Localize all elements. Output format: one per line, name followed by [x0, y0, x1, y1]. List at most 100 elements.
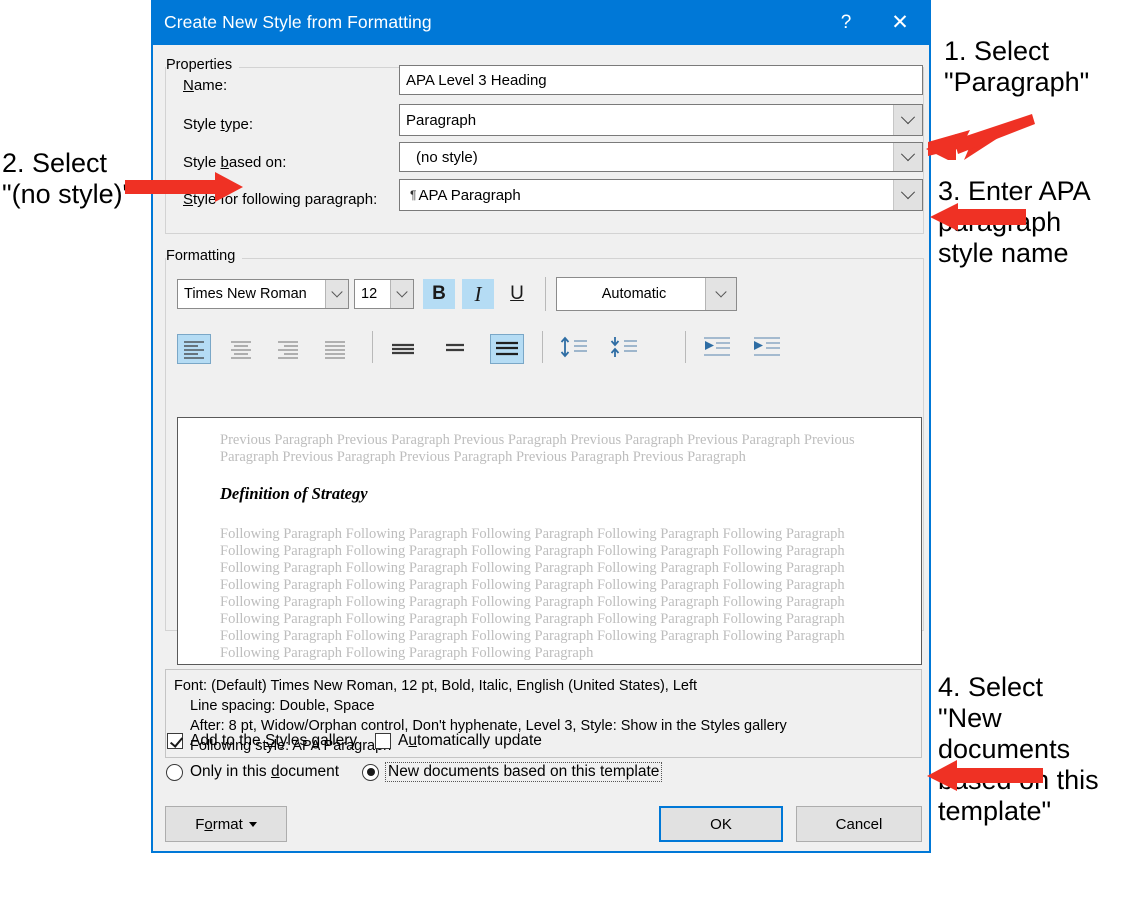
format-button-label: Format [195, 815, 243, 833]
style-based-on-label: Style based on: [183, 154, 287, 171]
annotation-1-line-2: "Paragraph" [944, 67, 1090, 97]
decrease-indent-button[interactable] [699, 332, 735, 362]
ok-button[interactable]: OK [659, 806, 783, 842]
formatting-group-topline [166, 258, 923, 259]
only-in-this-document-label: Only in this document [190, 763, 340, 780]
style-type-label: Style type: [183, 116, 254, 133]
radio-icon[interactable] [362, 763, 379, 781]
style-type-value: Paragraph [406, 111, 477, 129]
add-to-styles-gallery-label: Add to the Styles gallery [190, 732, 358, 749]
help-icon[interactable]: ? [823, 0, 869, 45]
format-button[interactable]: Format [165, 806, 287, 842]
italic-label: I [474, 281, 482, 306]
style-based-on-value: (no style) [416, 148, 478, 166]
align-right-button[interactable] [271, 334, 305, 364]
align-justify-button[interactable] [318, 334, 352, 364]
pilcrow-icon: ¶ [410, 188, 417, 202]
name-input-value: APA Level 3 Heading [406, 71, 547, 89]
line-spacing-1-5-button[interactable] [438, 334, 472, 364]
annotation-2-arrow [125, 172, 243, 202]
create-new-style-dialog: Create New Style from Formatting ? ✕ Pro… [151, 0, 931, 853]
annotation-3-line-3: style name [938, 238, 1069, 268]
ok-button-label: OK [710, 815, 732, 833]
annotation-2-line-1: 2. Select [2, 148, 108, 178]
annotation-2-text: 2. Select "(no style)" [2, 148, 132, 210]
chevron-down-icon[interactable] [893, 105, 922, 135]
line-spacing-double-icon [496, 341, 518, 356]
align-center-icon [231, 340, 251, 359]
style-preview-pane: Previous Paragraph Previous Paragraph Pr… [177, 417, 922, 665]
new-documents-label: New documents based on this template [384, 762, 663, 782]
increase-space-after-button[interactable] [606, 332, 642, 362]
style-type-dropdown[interactable]: Paragraph [399, 104, 923, 136]
description-line-1: Font: (Default) Times New Roman, 12 pt, … [174, 678, 698, 694]
chevron-down-icon[interactable] [893, 143, 922, 171]
align-center-button[interactable] [224, 334, 258, 364]
bold-button[interactable]: B [423, 279, 455, 309]
name-input[interactable]: APA Level 3 Heading [399, 65, 923, 95]
name-label: Name: [183, 77, 228, 94]
annotation-1-line-1: 1. Select [944, 36, 1050, 66]
line-spacing-1.5-icon [446, 343, 464, 352]
caret-down-icon [248, 821, 257, 827]
dialog-title: Create New Style from Formatting [164, 12, 432, 32]
font-size-dropdown[interactable]: 12 [354, 279, 414, 309]
preview-previous-paragraph: Previous Paragraph Previous Paragraph Pr… [220, 432, 855, 465]
style-following-value: APA Paragraph [418, 186, 521, 204]
line-spacing-single-button[interactable] [386, 334, 420, 364]
radio-icon[interactable] [166, 763, 183, 781]
toolbar-separator [685, 331, 686, 363]
cancel-button-label: Cancel [835, 815, 883, 833]
annotation-4-line-5: template" [938, 796, 1052, 826]
chevron-down-icon[interactable] [390, 280, 413, 308]
preview-following-paragraph: Following Paragraph Following Paragraph … [220, 526, 845, 661]
increase-indent-button[interactable] [749, 332, 785, 362]
line-spacing-single-icon [392, 343, 414, 355]
line-spacing-double-button[interactable] [490, 334, 524, 364]
annotation-4-line-1: 4. Select [938, 672, 1044, 702]
toolbar-separator [542, 331, 543, 363]
annotation-2-line-2: "(no style)" [2, 179, 133, 209]
style-for-following-paragraph-dropdown[interactable]: ¶ APA Paragraph [399, 179, 923, 211]
description-line-2: Line spacing: Double, Space [190, 698, 375, 714]
checkbox-icon[interactable] [375, 733, 391, 749]
formatting-group-label: Formatting [166, 248, 243, 264]
cancel-button[interactable]: Cancel [796, 806, 922, 842]
font-family-dropdown[interactable]: Times New Roman [177, 279, 349, 309]
toolbar-separator [372, 331, 373, 363]
annotation-3-arrow [930, 203, 1026, 231]
chevron-down-icon[interactable] [893, 180, 922, 210]
close-icon[interactable]: ✕ [877, 0, 923, 45]
font-family-value: Times New Roman [184, 286, 307, 302]
font-color-value: Automatic [601, 286, 667, 302]
checkbox-icon[interactable] [167, 733, 183, 749]
help-glyph: ? [840, 11, 852, 33]
chevron-down-icon[interactable] [325, 280, 348, 308]
annotation-1-text: 1. Select "Paragraph" [944, 36, 1089, 98]
font-size-value: 12 [361, 286, 378, 302]
align-left-icon [184, 340, 204, 359]
font-color-dropdown[interactable]: Automatic [556, 277, 737, 311]
space-before-icon [560, 336, 587, 358]
underline-label: U [510, 283, 524, 304]
add-to-styles-gallery-checkbox[interactable]: Add to the Styles gallery [167, 732, 357, 750]
annotation-4-text: 4. Select "New documents based on this t… [938, 672, 1099, 827]
italic-button[interactable]: I [462, 279, 494, 309]
align-justify-icon [325, 340, 345, 359]
align-left-button[interactable] [177, 334, 211, 364]
underline-button[interactable]: U [501, 279, 533, 309]
automatically-update-checkbox[interactable]: Automatically update [375, 732, 542, 750]
automatically-update-label: Automatically update [398, 732, 542, 749]
new-documents-based-on-template-radio[interactable]: New documents based on this template [362, 762, 663, 782]
properties-group-label: Properties [166, 57, 240, 73]
increase-indent-icon [754, 337, 780, 356]
chevron-down-icon[interactable] [705, 278, 736, 310]
dialog-body: Properties Name: APA Level 3 Heading Sty… [153, 45, 929, 851]
align-right-icon [278, 340, 298, 359]
name-label-text: ame: [193, 77, 228, 94]
style-based-on-dropdown[interactable]: (no style) [399, 142, 923, 172]
space-after-icon [610, 337, 637, 357]
only-in-this-document-radio[interactable]: Only in this document [166, 763, 339, 781]
annotation-4-arrow [927, 760, 1043, 791]
decrease-space-before-button[interactable] [556, 332, 592, 362]
